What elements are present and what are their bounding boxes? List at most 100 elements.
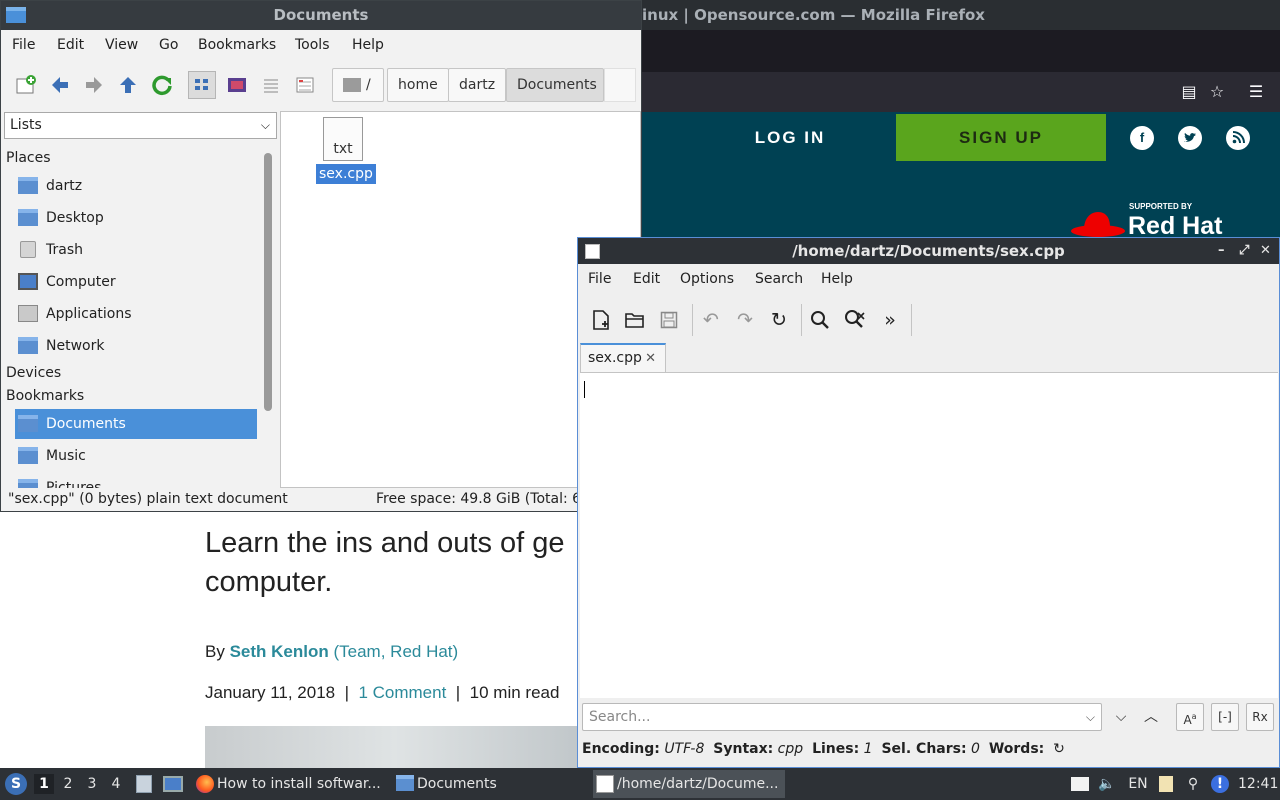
text-file-icon[interactable]: txt [323, 117, 363, 161]
signup-button[interactable]: SIGN UP [896, 114, 1106, 161]
maximize-icon[interactable]: ⤢ [1239, 238, 1249, 264]
up-icon[interactable] [114, 71, 142, 99]
menu-edit[interactable]: Edit [57, 37, 84, 53]
editor-menu-edit[interactable]: Edit [633, 271, 660, 287]
sidebar-item-music[interactable]: Music [15, 441, 257, 471]
close-icon[interactable]: ✕ [1260, 238, 1271, 264]
menu-file[interactable]: File [12, 37, 35, 53]
author-link[interactable]: Seth Kenlon [230, 642, 329, 661]
side-pane-mode-select[interactable]: Lists ⌵ [4, 112, 277, 139]
hamburger-menu-icon[interactable]: ☰ [1242, 72, 1270, 112]
open-folder-icon[interactable] [621, 306, 649, 334]
search-previous-icon[interactable]: ︿ [1137, 703, 1165, 731]
menu-view[interactable]: View [105, 37, 138, 53]
refresh-word-count-icon[interactable]: ↻ [1053, 741, 1065, 757]
minimize-icon[interactable]: – [1218, 238, 1225, 264]
login-link[interactable]: LOG IN [740, 128, 840, 148]
breadcrumb-documents[interactable]: Documents [506, 68, 604, 102]
show-desktop-icon[interactable] [1070, 774, 1090, 794]
twitter-icon[interactable] [1178, 126, 1202, 150]
new-tab-icon[interactable] [12, 71, 40, 99]
task-documents[interactable]: Documents [393, 770, 583, 798]
editor-menu-file[interactable]: File [588, 271, 611, 287]
applications-icon [18, 305, 38, 322]
tab-close-icon[interactable]: ✕ [645, 345, 656, 372]
comments-link[interactable]: 1 Comment [358, 683, 446, 702]
workspace-3[interactable]: 3 [82, 774, 102, 794]
redo-icon[interactable]: ↷ [731, 306, 759, 334]
workspace-1[interactable]: 1 [34, 774, 54, 794]
sidebar-item-desktop[interactable]: Desktop [15, 203, 257, 233]
editor-menu-help[interactable]: Help [821, 271, 853, 287]
breadcrumb-root-label: / [366, 77, 371, 93]
update-notifier-icon[interactable]: ! [1210, 774, 1230, 794]
toolbar-separator [801, 304, 802, 336]
find-replace-icon[interactable] [841, 306, 869, 334]
volume-icon[interactable]: 🔈 [1097, 774, 1117, 794]
status-selection: "sex.cpp" (0 bytes) plain text document [8, 491, 288, 507]
sidebar-item-computer[interactable]: Computer [15, 267, 257, 297]
editor-title: /home/dartz/Documents/sex.cpp [792, 242, 1065, 260]
breadcrumb-dartz[interactable]: dartz [448, 68, 507, 102]
sidebar-item-network[interactable]: Network [15, 331, 257, 361]
chevron-down-icon[interactable]: ⌵ [1086, 704, 1095, 730]
workspace-4[interactable]: 4 [106, 774, 126, 794]
search-next-icon[interactable]: ⌵ [1107, 703, 1135, 731]
facebook-icon[interactable]: f [1130, 126, 1154, 150]
detailed-view-icon[interactable] [291, 71, 319, 99]
breadcrumb-root[interactable]: / [332, 68, 384, 102]
devices-heading[interactable]: Devices [6, 365, 61, 381]
sidebar-item-applications[interactable]: Applications [15, 299, 257, 329]
undo-icon[interactable]: ↶ [697, 306, 725, 334]
icon-view-icon[interactable] [188, 71, 216, 99]
forward-icon[interactable] [80, 71, 108, 99]
editor-menu-options[interactable]: Options [680, 271, 734, 287]
search-input[interactable]: Search... ⌵ [582, 703, 1102, 731]
task-editor[interactable]: /home/dartz/Docume... [593, 770, 785, 798]
keyboard-layout[interactable]: EN [1126, 774, 1150, 794]
bookmarks-heading[interactable]: Bookmarks [6, 388, 84, 404]
start-menu-icon[interactable]: S [5, 773, 27, 795]
back-icon[interactable] [46, 71, 74, 99]
more-tools-icon[interactable]: » [876, 306, 904, 334]
compact-view-icon[interactable] [257, 71, 285, 99]
clock[interactable]: 12:41 [1238, 768, 1278, 800]
task-firefox[interactable]: How to install softwar... [193, 770, 385, 798]
breadcrumb-home[interactable]: home [387, 68, 449, 102]
editor-text-area[interactable] [580, 372, 1278, 698]
reader-view-icon[interactable]: ▤ [1175, 72, 1203, 112]
menu-help[interactable]: Help [352, 37, 384, 53]
find-icon[interactable] [806, 306, 834, 334]
clipboard-icon[interactable] [1156, 774, 1176, 794]
sidebar-scrollbar[interactable] [264, 153, 272, 411]
file-manager-launcher-icon[interactable] [136, 775, 152, 793]
save-icon[interactable] [655, 306, 683, 334]
match-case-button[interactable]: Aa [1176, 703, 1204, 731]
syntax-label: Syntax: [713, 741, 774, 757]
sidebar-item-label: Trash [46, 242, 83, 258]
network-folder-icon [18, 337, 38, 354]
sidebar-item-pictures[interactable]: Pictures [15, 473, 257, 488]
editor-menu-search[interactable]: Search [755, 271, 803, 287]
reload-file-icon[interactable]: ↻ [765, 306, 793, 334]
thumbnail-view-icon[interactable] [223, 71, 251, 99]
whole-word-button[interactable]: [-] [1211, 703, 1239, 731]
menu-tools[interactable]: Tools [295, 37, 330, 53]
sidebar-item-trash[interactable]: Trash [15, 235, 257, 265]
reload-icon[interactable] [148, 71, 176, 99]
workspace-2[interactable]: 2 [58, 774, 78, 794]
desktop-launcher-icon[interactable] [163, 776, 183, 792]
menu-go[interactable]: Go [159, 37, 178, 53]
tab-sex-cpp[interactable]: sex.cpp ✕ [580, 343, 666, 373]
regex-button[interactable]: Rx [1246, 703, 1274, 731]
network-icon[interactable]: ⚲ [1183, 774, 1203, 794]
file-name-label[interactable]: sex.cpp [316, 164, 376, 184]
folder-icon [6, 7, 26, 23]
bookmark-star-icon[interactable]: ☆ [1203, 72, 1231, 112]
sidebar-item-dartz[interactable]: dartz [15, 171, 257, 201]
rss-icon[interactable] [1226, 126, 1250, 150]
new-file-icon[interactable] [587, 306, 615, 334]
sidebar-item-documents[interactable]: Documents [15, 409, 257, 439]
menu-bookmarks[interactable]: Bookmarks [198, 37, 276, 53]
editor-window: /home/dartz/Documents/sex.cpp – ⤢ ✕ File… [577, 237, 1280, 768]
